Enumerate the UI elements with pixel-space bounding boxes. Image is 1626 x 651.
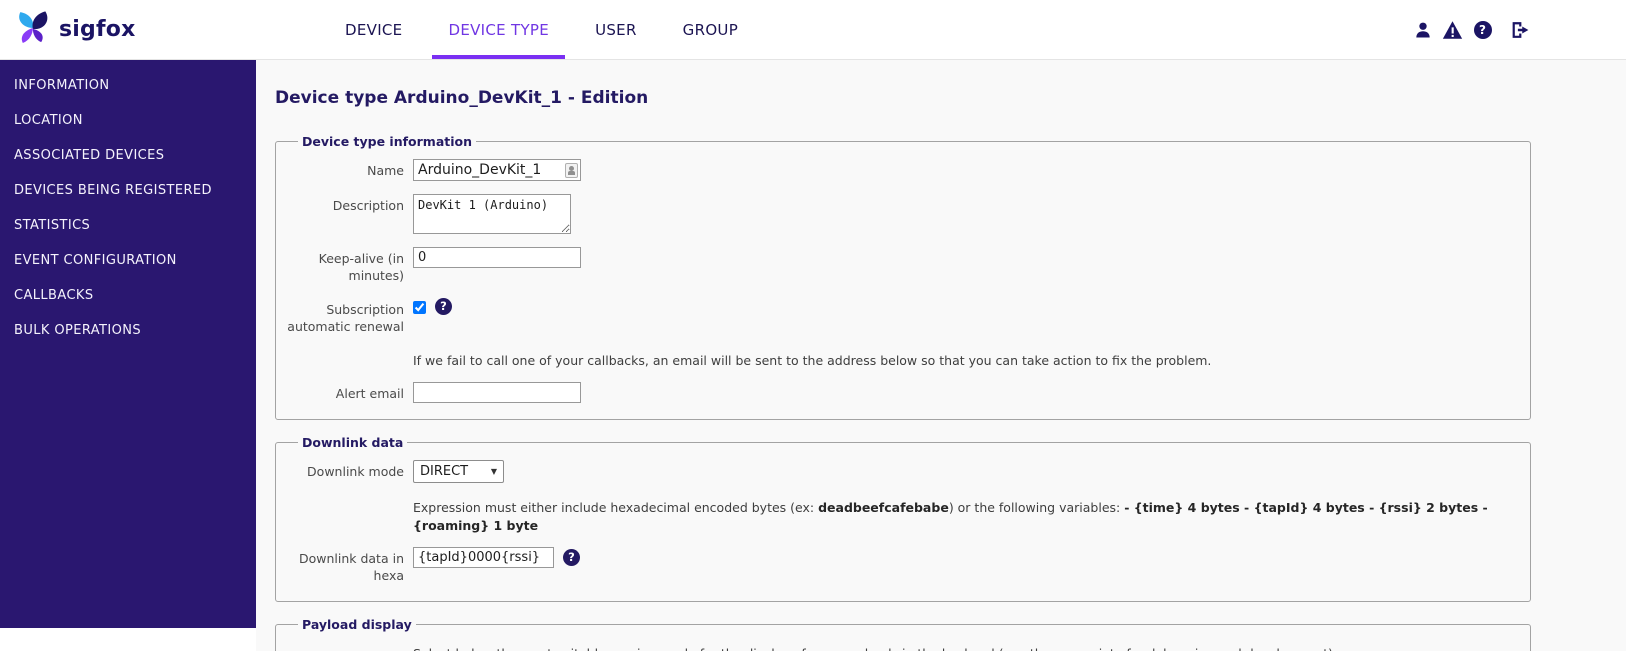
- warning-icon[interactable]: [1442, 19, 1463, 40]
- downlink-fieldset: Downlink data Downlink mode DIRECT ▼ Exp…: [275, 435, 1531, 602]
- main-content: Device type Arduino_DevKit_1 - Edition D…: [256, 60, 1626, 651]
- device-info-legend: Device type information: [302, 134, 473, 149]
- app-window: sigfox DEVICE DEVICE TYPE USER GROUP ? I…: [0, 0, 1626, 651]
- downlink-legend: Downlink data: [302, 435, 404, 450]
- user-icon[interactable]: [1412, 19, 1433, 40]
- downlink-hexa-label: Downlink data in hexa: [298, 551, 404, 583]
- downlink-expression-note: Expression must either include hexadecim…: [413, 500, 1488, 533]
- butterfly-logo-icon: [12, 9, 52, 51]
- alert-email-input[interactable]: [413, 382, 581, 403]
- sidebar-item-bulk-operations[interactable]: BULK OPERATIONS: [0, 313, 256, 348]
- name-label: Name: [367, 163, 404, 178]
- device-info-fieldset: Device type information Name Description…: [275, 134, 1531, 420]
- header-icons: ?: [1412, 19, 1531, 40]
- tab-device-type[interactable]: DEVICE TYPE: [432, 0, 566, 59]
- sidebar: INFORMATION LOCATION ASSOCIATED DEVICES …: [0, 60, 256, 628]
- subscription-checkbox[interactable]: [413, 300, 426, 314]
- help-icon[interactable]: ?: [1472, 19, 1493, 40]
- autofill-icon[interactable]: [565, 163, 578, 178]
- downlink-hexa-input[interactable]: [413, 547, 554, 568]
- sidebar-item-devices-being-registered[interactable]: DEVICES BEING REGISTERED: [0, 173, 256, 208]
- tab-device[interactable]: DEVICE: [329, 0, 418, 59]
- keepalive-input[interactable]: [413, 247, 581, 268]
- downlink-mode-select[interactable]: DIRECT ▼: [413, 460, 504, 483]
- sigfox-logo[interactable]: sigfox: [12, 9, 162, 51]
- alert-email-note: If we fail to call one of your callbacks…: [413, 352, 1212, 368]
- payload-legend: Payload display: [302, 616, 412, 632]
- logout-icon[interactable]: [1510, 19, 1531, 40]
- subscription-help-icon[interactable]: ?: [435, 297, 452, 315]
- sidebar-item-associated-devices[interactable]: ASSOCIATED DEVICES: [0, 138, 256, 173]
- sidebar-item-event-configuration[interactable]: EVENT CONFIGURATION: [0, 243, 256, 278]
- primary-nav: DEVICE DEVICE TYPE USER GROUP: [322, 0, 761, 59]
- brand-name: sigfox: [59, 17, 136, 42]
- description-label: Description: [332, 198, 404, 213]
- tab-user[interactable]: USER: [579, 0, 653, 59]
- payload-fieldset: Payload display Select below the most su…: [275, 616, 1531, 651]
- chevron-down-icon: ▼: [490, 467, 497, 476]
- alert-email-label: Alert email: [335, 386, 404, 401]
- sidebar-item-information[interactable]: INFORMATION: [0, 68, 256, 103]
- sidebar-item-statistics[interactable]: STATISTICS: [0, 208, 256, 243]
- sidebar-item-location[interactable]: LOCATION: [0, 103, 256, 138]
- name-input[interactable]: [413, 159, 581, 181]
- payload-parsing-note: Select below the most suitable parsing m…: [413, 642, 1333, 651]
- top-header: sigfox DEVICE DEVICE TYPE USER GROUP ?: [0, 0, 1626, 60]
- subscription-label: Subscription automatic renewal: [287, 301, 404, 334]
- description-textarea[interactable]: DevKit 1 (Arduino): [413, 194, 571, 234]
- tab-group[interactable]: GROUP: [667, 0, 754, 59]
- downlink-hexa-help-icon[interactable]: ?: [563, 549, 580, 566]
- page-title: Device type Arduino_DevKit_1 - Edition: [275, 88, 649, 108]
- keepalive-label: Keep-alive (in minutes): [318, 251, 404, 283]
- sidebar-item-callbacks[interactable]: CALLBACKS: [0, 278, 256, 313]
- downlink-mode-label: Downlink mode: [307, 464, 404, 479]
